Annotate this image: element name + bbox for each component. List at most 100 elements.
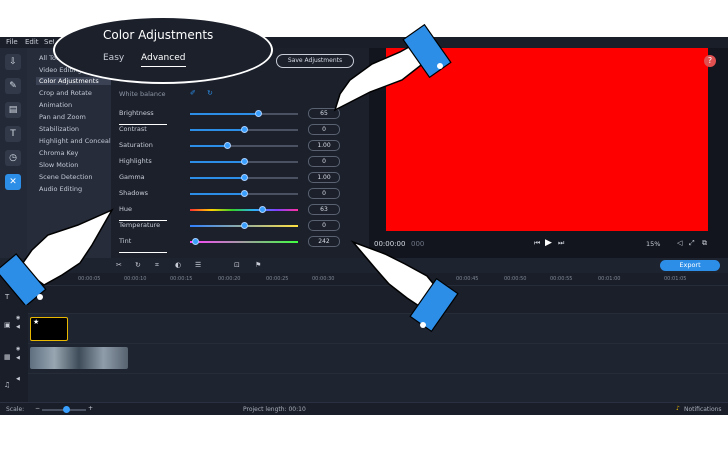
clock-icon[interactable]: ◷ [5, 150, 21, 166]
scale-slider-knob[interactable] [63, 406, 70, 413]
import-icon[interactable]: ⇩ [5, 54, 21, 70]
slider-fill [190, 129, 244, 131]
titles-icon[interactable]: T [5, 126, 21, 142]
tab-advanced-underline [141, 66, 186, 67]
slider-knob[interactable] [241, 222, 248, 229]
menu-settings[interactable]: Settings [44, 38, 54, 46]
prev-frame-icon[interactable]: ⏮ [534, 239, 540, 248]
category-slow-motion[interactable]: Slow Motion [39, 161, 78, 169]
adjustment-value-input[interactable]: 0 [308, 156, 340, 167]
fullscreen-icon[interactable]: ⤢ [689, 239, 695, 248]
adjustment-label: Saturation [119, 141, 153, 149]
menu-edit[interactable]: Edit [25, 38, 39, 46]
adjustment-value-input[interactable]: 0 [308, 188, 340, 199]
adjustment-label: Hue [119, 205, 133, 213]
ruler-tick: 00:00:20 [218, 276, 241, 282]
overlay-track-controls: ▣ ◉ ◀ [0, 313, 28, 341]
adjustment-value-input[interactable]: 1.00 [308, 140, 340, 151]
notifications-link[interactable]: Notifications [684, 406, 722, 413]
color-icon[interactable]: ◐ [175, 261, 181, 269]
insert-icon[interactable]: ⊡ [234, 261, 240, 269]
magic-wand-icon[interactable]: ✎ [5, 78, 21, 94]
ruler-tick: 00:00:55 [550, 276, 573, 282]
adjustment-slider[interactable] [190, 190, 298, 197]
adjustment-slider[interactable] [190, 158, 298, 165]
project-length: Project length: 00:10 [243, 406, 306, 413]
adjustment-slider[interactable] [190, 206, 298, 213]
status-bar: Scale: − + Project length: 00:10 ♪ Notif… [0, 402, 728, 415]
zoom-level[interactable]: 15% [646, 240, 660, 248]
bell-icon[interactable]: ♪ [676, 405, 680, 412]
adjust-icon[interactable]: ☰ [195, 261, 201, 269]
adjustment-label: Shadows [119, 189, 149, 197]
adjustment-slider[interactable] [190, 126, 298, 133]
adjustment-value-input[interactable]: 242 [308, 236, 340, 247]
category-audio-editing[interactable]: Audio Editing [39, 185, 82, 193]
slider-knob[interactable] [241, 190, 248, 197]
adjustment-value-input[interactable]: 0 [308, 124, 340, 135]
video-clip[interactable] [30, 347, 128, 369]
pointing-hand-icon [350, 240, 459, 333]
crop-icon[interactable]: ⌗ [155, 261, 159, 270]
pointing-hand-icon [0, 208, 114, 305]
eye-icon[interactable]: ◉ [16, 315, 20, 321]
rotate-icon[interactable]: ↻ [135, 261, 141, 269]
ruler-tick: 00:01:00 [598, 276, 621, 282]
slider-knob[interactable] [241, 174, 248, 181]
scale-slider[interactable] [42, 406, 86, 413]
auto-icon[interactable]: ↻ [207, 89, 213, 97]
sound-icon[interactable]: ◀ [16, 324, 20, 330]
menu-file[interactable]: File [6, 38, 18, 46]
video-track-icon: ▦ [4, 353, 11, 361]
ruler-tick: 00:00:15 [170, 276, 193, 282]
category-stabilization[interactable]: Stabilization [39, 125, 79, 133]
eyedropper-icon[interactable]: ✐ [190, 89, 196, 97]
eye-icon[interactable]: ◉ [16, 346, 20, 352]
hue-underline [119, 220, 167, 221]
sound-icon[interactable]: ◀ [16, 376, 20, 382]
zoom-out-icon[interactable]: − [35, 405, 40, 412]
popout-icon[interactable]: ⧉ [702, 239, 707, 248]
marker-icon[interactable]: ⚑ [255, 261, 261, 269]
adjustment-slider[interactable] [190, 174, 298, 181]
category-scene-detection[interactable]: Scene Detection [39, 173, 92, 181]
white-balance-label: White balance [119, 90, 166, 98]
export-button[interactable]: Export [660, 260, 720, 271]
slider-knob[interactable] [241, 158, 248, 165]
category-pan-zoom[interactable]: Pan and Zoom [39, 113, 86, 121]
more-tools-icon[interactable]: ✕ [5, 174, 21, 190]
audio-track-controls: ♫ ◀ [0, 373, 28, 401]
slider-knob[interactable] [192, 238, 200, 245]
adjustment-slider[interactable] [190, 238, 298, 245]
sound-icon[interactable]: ◀ [16, 355, 20, 361]
adjustment-value-input[interactable]: 1.00 [308, 172, 340, 183]
adjustment-slider[interactable] [190, 222, 298, 229]
slider-knob[interactable] [223, 142, 231, 149]
overlay-clip[interactable]: ★ [30, 317, 68, 341]
adjustment-value-input[interactable]: 0 [308, 220, 340, 231]
tab-easy[interactable]: Easy [103, 53, 124, 63]
zoom-in-icon[interactable]: + [88, 405, 93, 412]
volume-icon[interactable]: ◁ [677, 239, 682, 247]
category-animation[interactable]: Animation [39, 101, 72, 109]
category-chroma-key[interactable]: Chroma Key [39, 149, 78, 157]
adjustment-slider[interactable] [190, 110, 298, 117]
filters-icon[interactable]: ▤ [5, 102, 21, 118]
category-crop-rotate[interactable]: Crop and Rotate [39, 89, 92, 97]
audio-track [28, 373, 728, 402]
adjustment-slider[interactable] [190, 142, 298, 149]
category-highlight-conceal[interactable]: Highlight and Conceal [39, 137, 111, 145]
slider-knob[interactable] [241, 126, 248, 133]
adjustment-value-input[interactable]: 63 [308, 204, 340, 215]
play-icon[interactable]: ▶ [545, 238, 552, 248]
star-icon: ★ [33, 318, 40, 326]
ruler-tick: 00:00:10 [124, 276, 147, 282]
slider-fill [190, 177, 244, 179]
next-frame-icon[interactable]: ⏭ [558, 239, 564, 248]
tint-underline [119, 252, 167, 253]
tab-advanced[interactable]: Advanced [141, 53, 185, 63]
slider-knob[interactable] [259, 206, 267, 213]
slider-fill [190, 145, 227, 147]
help-icon[interactable]: ? [704, 55, 716, 67]
slider-knob[interactable] [255, 110, 263, 117]
